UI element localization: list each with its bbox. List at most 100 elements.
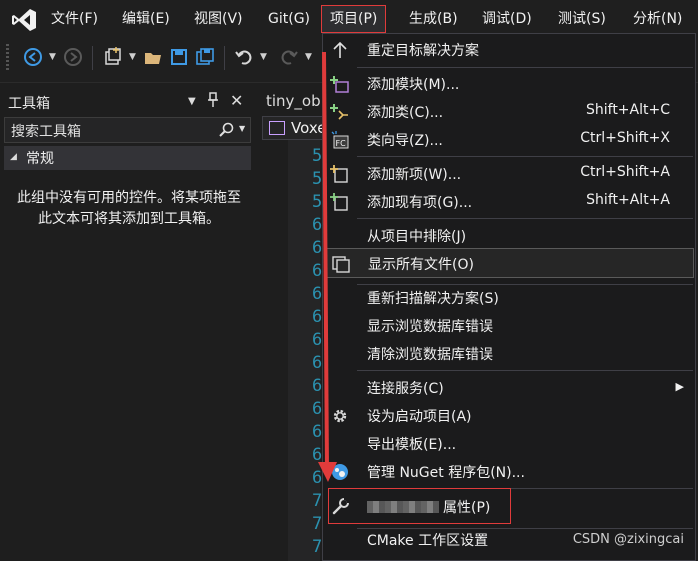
menu-project[interactable]: 项目(P) [321,5,387,33]
wrench-icon [331,497,351,515]
menu-item-set-startup-project[interactable]: 设为启动项目(A) [324,402,694,430]
line-number: 6 [312,399,323,419]
menu-item-label: 添加新项(W)... [367,167,462,183]
menu-item-export-template[interactable]: 导出模板(E)... [324,430,694,458]
menu-item-label: 显示浏览数据库错误 [367,319,493,335]
class-icon [269,121,285,135]
line-number: 6 [312,468,323,488]
collapse-triangle-icon[interactable]: ◢ [10,152,17,162]
line-number: 6 [312,330,323,350]
toolbox-search-placeholder: 搜索工具箱 [11,124,81,140]
menu-item-connected-services[interactable]: 连接服务(C) ▶ [324,374,694,402]
navigate-back-icon[interactable] [22,46,44,68]
menu-item-shortcut: Ctrl+Shift+A [580,164,670,180]
menu-item-shortcut: Shift+Alt+C [585,102,670,118]
menu-item-label: 导出模板(E)... [367,437,457,453]
menu-item-exclude-from-project[interactable]: 从项目中排除(J) [324,222,694,250]
document-tab[interactable]: tiny_ob [260,88,330,114]
redo-dropdown-icon[interactable]: ▼ [305,52,312,62]
line-number: 6 [312,215,323,235]
menu-git[interactable]: Git(G) [268,0,310,38]
menu-item-label: 重定目标解决方案 [367,43,479,59]
undo-icon[interactable] [233,46,255,68]
line-number: 6 [312,261,323,281]
menu-separator [357,67,693,68]
save-all-icon[interactable] [194,46,216,68]
menu-separator [357,156,693,157]
menu-item-add-existing-item[interactable]: 添加现有项(G)... Shift+Alt+A [324,188,694,216]
pin-icon[interactable] [207,92,219,112]
menu-file[interactable]: 文件(F) [51,0,98,38]
menu-item-properties[interactable]: 属性(P) [328,488,511,524]
menu-item-clear-browse-errors[interactable]: 清除浏览数据库错误 [324,340,694,368]
menu-item-label: 设为启动项目(A) [367,409,472,425]
menu-separator [357,218,693,219]
search-options-dropdown-icon[interactable]: ▼ [239,124,245,133]
menu-item-label: 管理 NuGet 程序包(N)... [367,465,525,481]
menu-item-show-all-files[interactable]: 显示所有文件(O) [324,248,694,278]
menu-item-add-class[interactable]: 添加类(C)... Shift+Alt+C [324,98,694,126]
add-module-icon [330,75,350,93]
line-number: 6 [312,422,323,442]
visual-studio-logo-icon[interactable] [11,8,37,32]
toolbox-search-input[interactable]: 搜索工具箱 ▼ [4,117,251,143]
menu-item-label: 类向导(Z)... [367,133,443,149]
new-project-dropdown-icon[interactable]: ▼ [129,52,136,62]
search-icon[interactable] [219,122,235,138]
close-icon[interactable]: ✕ [230,91,243,110]
menu-view[interactable]: 视图(V) [194,0,243,38]
line-number: 6 [312,307,323,327]
panel-options-dropdown-icon[interactable]: ▼ [188,96,196,107]
blurred-project-name [367,501,439,513]
save-icon[interactable] [168,46,190,68]
line-number: 7 [312,514,323,534]
toolbox-group-general[interactable]: ◢ 常规 [4,146,251,170]
line-number: 5 [312,146,323,166]
arrow-up-icon [330,41,350,59]
line-number: 6 [312,238,323,258]
menu-item-label: CMake 工作区设置 [367,533,489,549]
toolbox-empty-message: 此组中没有可用的控件。将某项拖至此文本可将其添加到工具箱。 [17,190,241,227]
menu-item-manage-nuget[interactable]: 管理 NuGet 程序包(N)... [324,458,694,486]
menu-item-label: 显示所有文件(O) [368,257,474,273]
show-all-files-icon [331,255,351,273]
menu-item-class-wizard[interactable]: FC 类向导(Z)... Ctrl+Shift+X [324,126,694,154]
line-number: 7 [312,537,323,557]
back-dropdown-icon[interactable]: ▼ [49,52,56,62]
line-number: 6 [312,353,323,373]
menu-edit[interactable]: 编辑(E) [122,0,170,38]
menu-item-label: 添加类(C)... [367,105,444,121]
line-number: 6 [312,376,323,396]
new-project-icon[interactable] [102,46,124,68]
menu-item-label: 添加现有项(G)... [367,195,473,211]
open-folder-icon[interactable] [142,46,164,68]
watermark: CSDN @zixingcai [572,532,684,547]
toolbar-grip[interactable] [6,44,9,70]
redo-icon[interactable] [278,46,300,68]
add-new-item-icon [330,165,350,183]
toolbox-group-label: 常规 [26,151,54,167]
add-existing-item-icon [330,193,350,211]
line-number: 5 [312,192,323,212]
menu-item-rescan-solution[interactable]: 重新扫描解决方案(S) [324,284,694,312]
line-number: 6 [312,445,323,465]
project-menu-dropdown: 重定目标解决方案 添加模块(M)... 添加类(C)... Shift+Alt+… [322,33,696,561]
menu-item-label: 连接服务(C) [367,381,444,397]
undo-dropdown-icon[interactable]: ▼ [260,52,267,62]
menu-item-label: 从项目中排除(J) [367,229,467,245]
menu-item-label: 属性(P) [443,500,491,516]
line-number: 6 [312,284,323,304]
navigate-forward-icon[interactable] [62,46,84,68]
nuget-icon [330,463,350,481]
toolbox-title: 工具箱 [8,96,50,112]
toolbar-separator [92,46,93,70]
menu-item-add-module[interactable]: 添加模块(M)... [324,70,694,98]
menu-item-label: 清除浏览数据库错误 [367,347,493,363]
menu-item-add-new-item[interactable]: 添加新项(W)... Ctrl+Shift+A [324,160,694,188]
menu-item-show-browse-errors[interactable]: 显示浏览数据库错误 [324,312,694,340]
menu-item-shortcut: Shift+Alt+A [586,192,670,208]
menu-item-label: 添加模块(M)... [367,77,460,93]
submenu-arrow-icon: ▶ [675,380,684,393]
line-number: 5 [312,169,323,189]
menu-item-retarget-solution[interactable]: 重定目标解决方案 [324,36,694,64]
